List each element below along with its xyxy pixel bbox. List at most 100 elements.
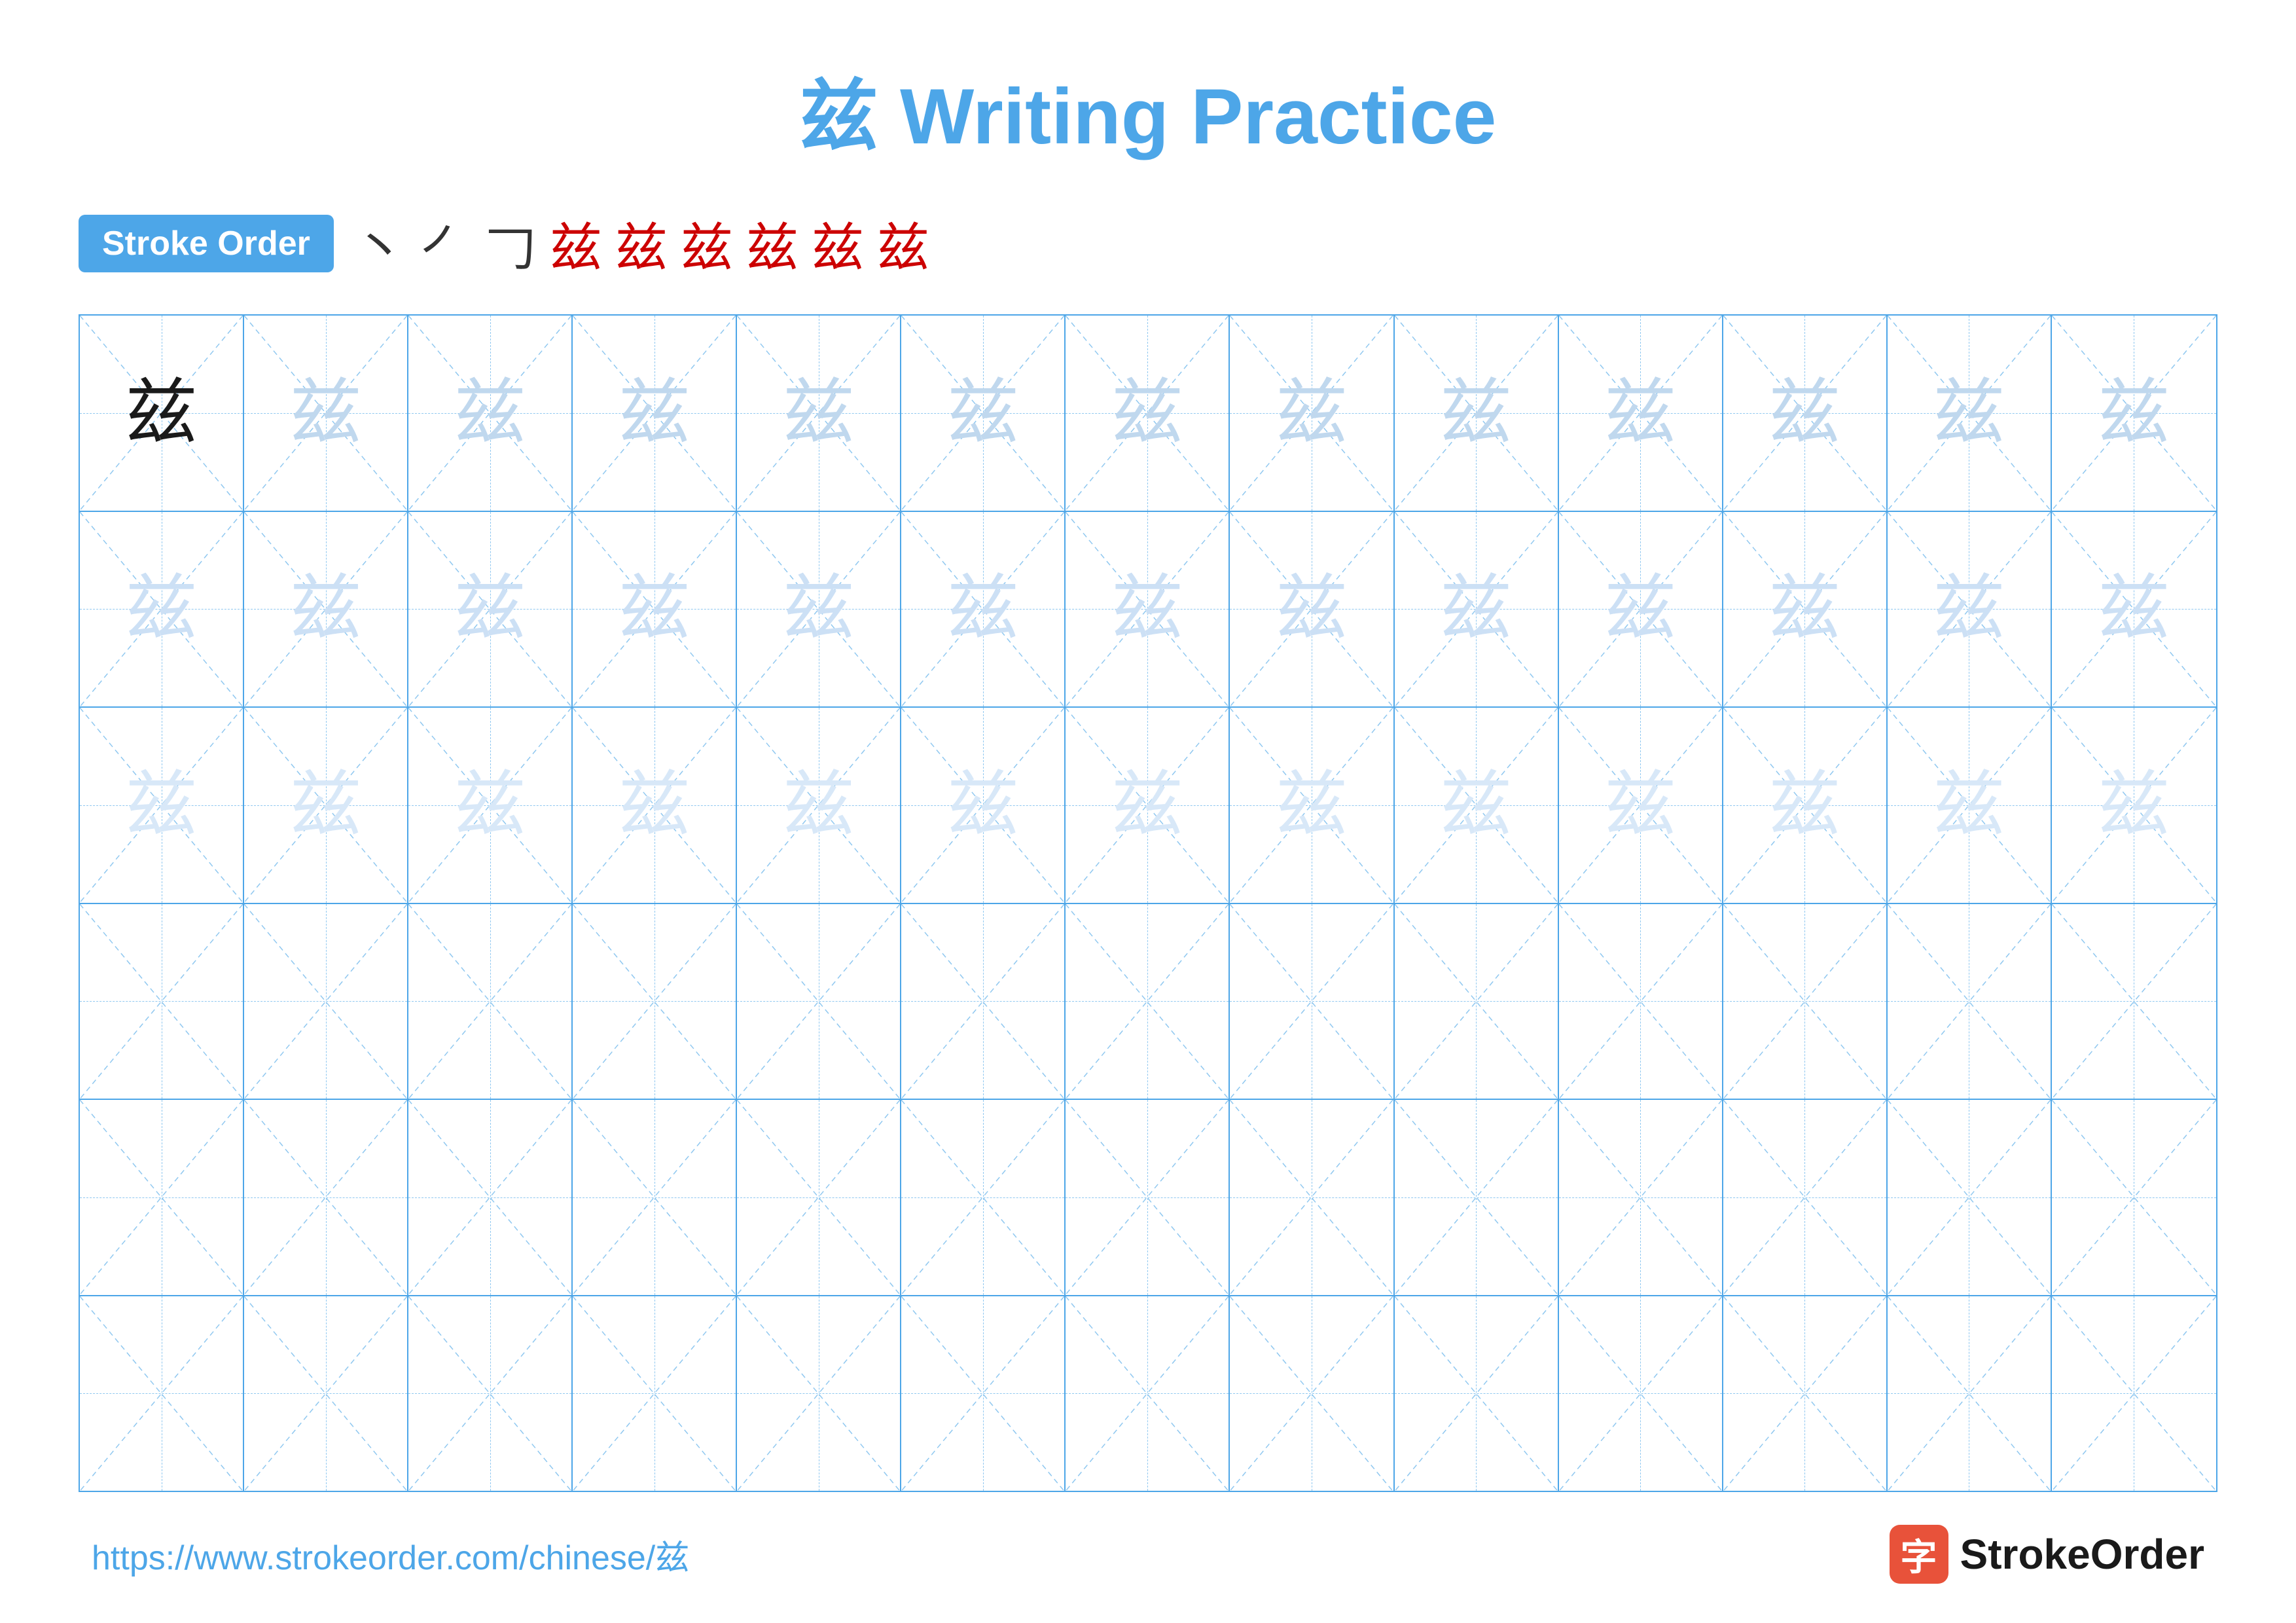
cell-6-8 (1230, 1296, 1394, 1491)
cell-1-13: 兹 (2052, 316, 2216, 511)
footer-url: https://www.strokeorder.com/chinese/兹 (92, 1530, 689, 1579)
cell-1-2: 兹 (244, 316, 408, 511)
char-light: 兹 (1604, 377, 1676, 449)
cell-4-2 (244, 904, 408, 1099)
cell-6-11 (1723, 1296, 1888, 1491)
char-light: 兹 (290, 377, 362, 449)
char-light3: 兹 (1111, 769, 1183, 841)
stroke-sequence: 丶 ㇒ 𠃌 兹 兹 兹 兹 兹 兹 (353, 206, 929, 282)
cell-2-5: 兹 (737, 512, 901, 707)
stroke-7: 兹 (746, 206, 798, 282)
cell-2-7: 兹 (1066, 512, 1230, 707)
cell-4-13 (2052, 904, 2216, 1099)
cell-3-10: 兹 (1559, 708, 1723, 903)
stroke-8: 兹 (812, 206, 864, 282)
cell-3-11: 兹 (1723, 708, 1888, 903)
cell-4-5 (737, 904, 901, 1099)
grid-row-4 (80, 904, 2216, 1101)
char-light3: 兹 (947, 769, 1019, 841)
char-light2: 兹 (1933, 573, 2005, 645)
footer-logo: 字 StrokeOrder (1890, 1525, 2204, 1584)
char-light3: 兹 (1933, 769, 2005, 841)
char-light: 兹 (1933, 377, 2005, 449)
cell-1-9: 兹 (1395, 316, 1559, 511)
cell-6-13 (2052, 1296, 2216, 1491)
cell-3-5: 兹 (737, 708, 901, 903)
grid-row-3: 兹 兹 兹 兹 兹 兹 兹 (80, 708, 2216, 904)
strokeorder-logo-icon: 字 (1890, 1525, 1948, 1584)
char-light2: 兹 (290, 573, 362, 645)
cell-1-5: 兹 (737, 316, 901, 511)
char-light: 兹 (1440, 377, 1512, 449)
cell-1-3: 兹 (408, 316, 573, 511)
cell-3-2: 兹 (244, 708, 408, 903)
cell-6-6 (901, 1296, 1066, 1491)
cell-5-5 (737, 1100, 901, 1295)
cell-1-11: 兹 (1723, 316, 1888, 511)
cell-1-12: 兹 (1888, 316, 2052, 511)
cell-1-8: 兹 (1230, 316, 1394, 511)
cell-5-1 (80, 1100, 244, 1295)
footer-logo-text: StrokeOrder (1960, 1530, 2204, 1578)
footer: https://www.strokeorder.com/chinese/兹 字 … (79, 1525, 2217, 1584)
cell-3-8: 兹 (1230, 708, 1394, 903)
stroke-6: 兹 (681, 206, 733, 282)
char-light2: 兹 (1440, 573, 1512, 645)
char-light3: 兹 (1768, 769, 1840, 841)
cell-5-11 (1723, 1100, 1888, 1295)
cell-4-8 (1230, 904, 1394, 1099)
cell-3-6: 兹 (901, 708, 1066, 903)
stroke-1: 丶 (353, 206, 406, 282)
cell-6-5 (737, 1296, 901, 1491)
cell-3-13: 兹 (2052, 708, 2216, 903)
cell-6-3 (408, 1296, 573, 1491)
cell-4-4 (573, 904, 737, 1099)
char-light3: 兹 (1604, 769, 1676, 841)
cell-6-1 (80, 1296, 244, 1491)
cell-4-11 (1723, 904, 1888, 1099)
stroke-4: 兹 (550, 206, 602, 282)
char-light2: 兹 (947, 573, 1019, 645)
char-light2: 兹 (783, 573, 855, 645)
practice-grid: 兹 兹 兹 兹 兹 兹 兹 (79, 314, 2217, 1492)
cell-2-4: 兹 (573, 512, 737, 707)
cell-3-1: 兹 (80, 708, 244, 903)
cell-5-9 (1395, 1100, 1559, 1295)
stroke-9: 兹 (877, 206, 929, 282)
char-light2: 兹 (1604, 573, 1676, 645)
cell-2-6: 兹 (901, 512, 1066, 707)
char-light: 兹 (783, 377, 855, 449)
cell-5-7 (1066, 1100, 1230, 1295)
stroke-order-row: Stroke Order 丶 ㇒ 𠃌 兹 兹 兹 兹 兹 兹 (79, 206, 2217, 282)
cell-4-7 (1066, 904, 1230, 1099)
char-light3: 兹 (1276, 769, 1348, 841)
char-light3: 兹 (2098, 769, 2170, 841)
char-light2: 兹 (2098, 573, 2170, 645)
grid-row-1: 兹 兹 兹 兹 兹 兹 兹 (80, 316, 2216, 512)
char-light2: 兹 (1276, 573, 1348, 645)
char-light: 兹 (1111, 377, 1183, 449)
cell-4-10 (1559, 904, 1723, 1099)
cell-6-12 (1888, 1296, 2052, 1491)
cell-4-12 (1888, 904, 2052, 1099)
char-light3: 兹 (454, 769, 526, 841)
cell-3-3: 兹 (408, 708, 573, 903)
stroke-2: ㇒ (419, 206, 471, 282)
page-title: 兹 Writing Practice (800, 52, 1497, 166)
stroke-order-badge: Stroke Order (79, 215, 334, 272)
char-light3: 兹 (1440, 769, 1512, 841)
char-light3: 兹 (290, 769, 362, 841)
grid-row-5 (80, 1100, 2216, 1296)
cell-2-11: 兹 (1723, 512, 1888, 707)
cell-3-4: 兹 (573, 708, 737, 903)
cell-4-9 (1395, 904, 1559, 1099)
stroke-5: 兹 (615, 206, 668, 282)
cell-4-3 (408, 904, 573, 1099)
cell-5-10 (1559, 1100, 1723, 1295)
title-chinese: 兹 (800, 73, 878, 160)
char-light3: 兹 (783, 769, 855, 841)
cell-2-12: 兹 (1888, 512, 2052, 707)
cell-5-6 (901, 1100, 1066, 1295)
cell-5-13 (2052, 1100, 2216, 1295)
cell-5-4 (573, 1100, 737, 1295)
